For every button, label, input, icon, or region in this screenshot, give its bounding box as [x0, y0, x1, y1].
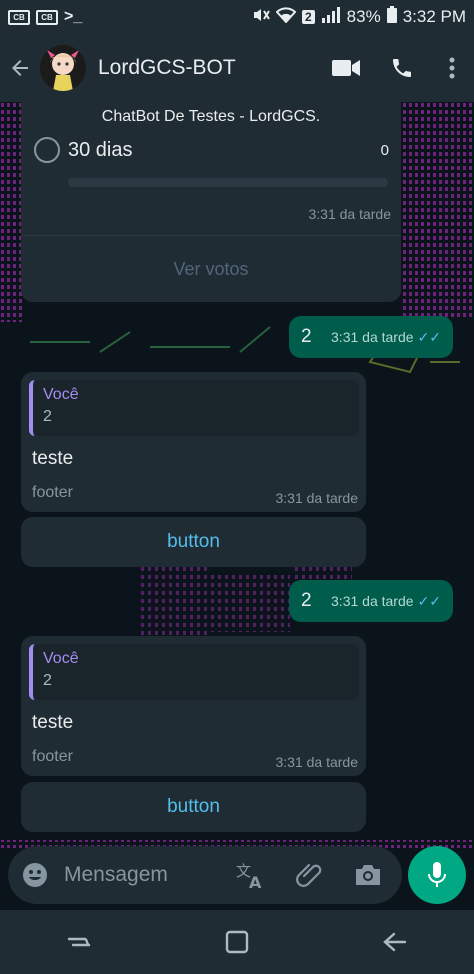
incoming-message[interactable]: Você 2 teste footer 3:31 da tarde: [21, 372, 366, 512]
message-footer: footer: [32, 748, 73, 765]
poll-option-label: 30 dias: [68, 138, 133, 161]
poll-option[interactable]: 30 dias 0: [34, 130, 389, 170]
home-square-icon: [225, 930, 249, 954]
poll-progress-bar: [68, 178, 388, 187]
battery-icon: [386, 6, 397, 28]
emoji-icon: [23, 863, 47, 887]
voice-call-button[interactable]: [374, 34, 430, 102]
back-nav-button[interactable]: [382, 931, 408, 953]
video-call-button[interactable]: [318, 34, 374, 102]
quoted-message[interactable]: Você 2: [29, 644, 359, 700]
message-input-bar: Mensagem 文A: [0, 840, 474, 910]
paperclip-icon: [296, 863, 322, 887]
message-input[interactable]: Mensagem 文A: [8, 846, 402, 904]
poll-caption: ChatBot De Testes - LordGCS.: [101, 108, 321, 125]
back-arrow-icon: [382, 932, 406, 952]
quote-author: Você: [43, 386, 79, 403]
attach-button[interactable]: [296, 861, 324, 889]
outgoing-message[interactable]: 2 3:31 da tarde ✓✓: [289, 580, 453, 622]
translate-button[interactable]: 文A: [236, 861, 266, 889]
notification-icon: CB: [36, 9, 58, 25]
message-time: 3:31 da tarde: [308, 206, 391, 222]
message-text: 2: [301, 590, 312, 611]
incoming-message[interactable]: Você 2 teste footer 3:31 da tarde: [21, 636, 366, 776]
message-footer: footer: [32, 484, 73, 501]
emoji-button[interactable]: [22, 862, 48, 888]
wifi-icon: [275, 6, 297, 28]
quote-text: 2: [43, 408, 52, 425]
chat-header: LordGCS-BOT: [0, 34, 474, 102]
reply-button[interactable]: button: [21, 517, 366, 567]
system-nav-bar: [0, 910, 474, 974]
back-button[interactable]: [0, 34, 40, 102]
double-check-icon: ✓✓: [417, 328, 441, 345]
status-bar: CB CB >_ 2 83% 3:32 PM: [0, 0, 474, 34]
camera-icon: [356, 865, 380, 885]
reply-button[interactable]: button: [21, 782, 366, 832]
translate-icon: 文A: [236, 862, 262, 889]
avatar[interactable]: [40, 45, 86, 91]
quoted-message[interactable]: Você 2: [29, 380, 359, 436]
chat-title[interactable]: LordGCS-BOT: [98, 56, 318, 80]
double-check-icon: ✓✓: [417, 592, 441, 609]
clock: 3:32 PM: [402, 7, 466, 26]
message-placeholder[interactable]: Mensagem: [64, 863, 236, 887]
terminal-icon: >_: [64, 8, 83, 25]
quote-text: 2: [43, 672, 52, 689]
home-button[interactable]: [225, 930, 249, 954]
svg-text:A: A: [249, 873, 262, 889]
arrow-left-icon: [12, 60, 28, 76]
message-text: teste: [32, 448, 74, 469]
more-vertical-icon: [449, 57, 455, 79]
message-time: 3:31 da tarde: [275, 490, 358, 506]
recents-icon: [68, 937, 91, 947]
battery-percent: 83%: [346, 7, 381, 26]
message-time: 3:31 da tarde: [331, 329, 414, 345]
microphone-icon: [428, 862, 446, 887]
more-options-button[interactable]: [430, 34, 474, 102]
message-text: teste: [32, 712, 74, 733]
notification-icon: CB: [8, 9, 30, 25]
status-left-icons: CB CB >_: [8, 8, 82, 26]
recent-apps-button[interactable]: [66, 931, 92, 953]
radio-circle-icon[interactable]: [34, 137, 60, 163]
whatsapp-chat-screen: CB CB >_ 2 83% 3:32 PM LordGCS-BOT ChatB…: [0, 0, 474, 974]
view-votes-button[interactable]: Ver votos: [21, 236, 401, 302]
phone-icon: [393, 59, 411, 77]
message-time: 3:31 da tarde: [275, 754, 358, 770]
camera-button[interactable]: [354, 863, 382, 887]
quote-author: Você: [43, 650, 79, 667]
mute-icon: [252, 7, 270, 28]
message-time: 3:31 da tarde: [331, 593, 414, 609]
poll-message[interactable]: ChatBot De Testes - LordGCS. 30 dias 0 3…: [21, 102, 401, 302]
chat-area[interactable]: ChatBot De Testes - LordGCS. 30 dias 0 3…: [0, 102, 474, 910]
message-text: 2: [301, 326, 312, 347]
voice-record-button[interactable]: [408, 846, 466, 904]
outgoing-message[interactable]: 2 3:31 da tarde ✓✓: [289, 316, 453, 358]
signal-icon: [321, 6, 341, 28]
poll-option-votes: 0: [380, 141, 389, 159]
status-right-icons: 2 83% 3:32 PM: [252, 6, 466, 28]
sim-badge: 2: [301, 10, 315, 24]
video-camera-icon: [332, 60, 360, 76]
